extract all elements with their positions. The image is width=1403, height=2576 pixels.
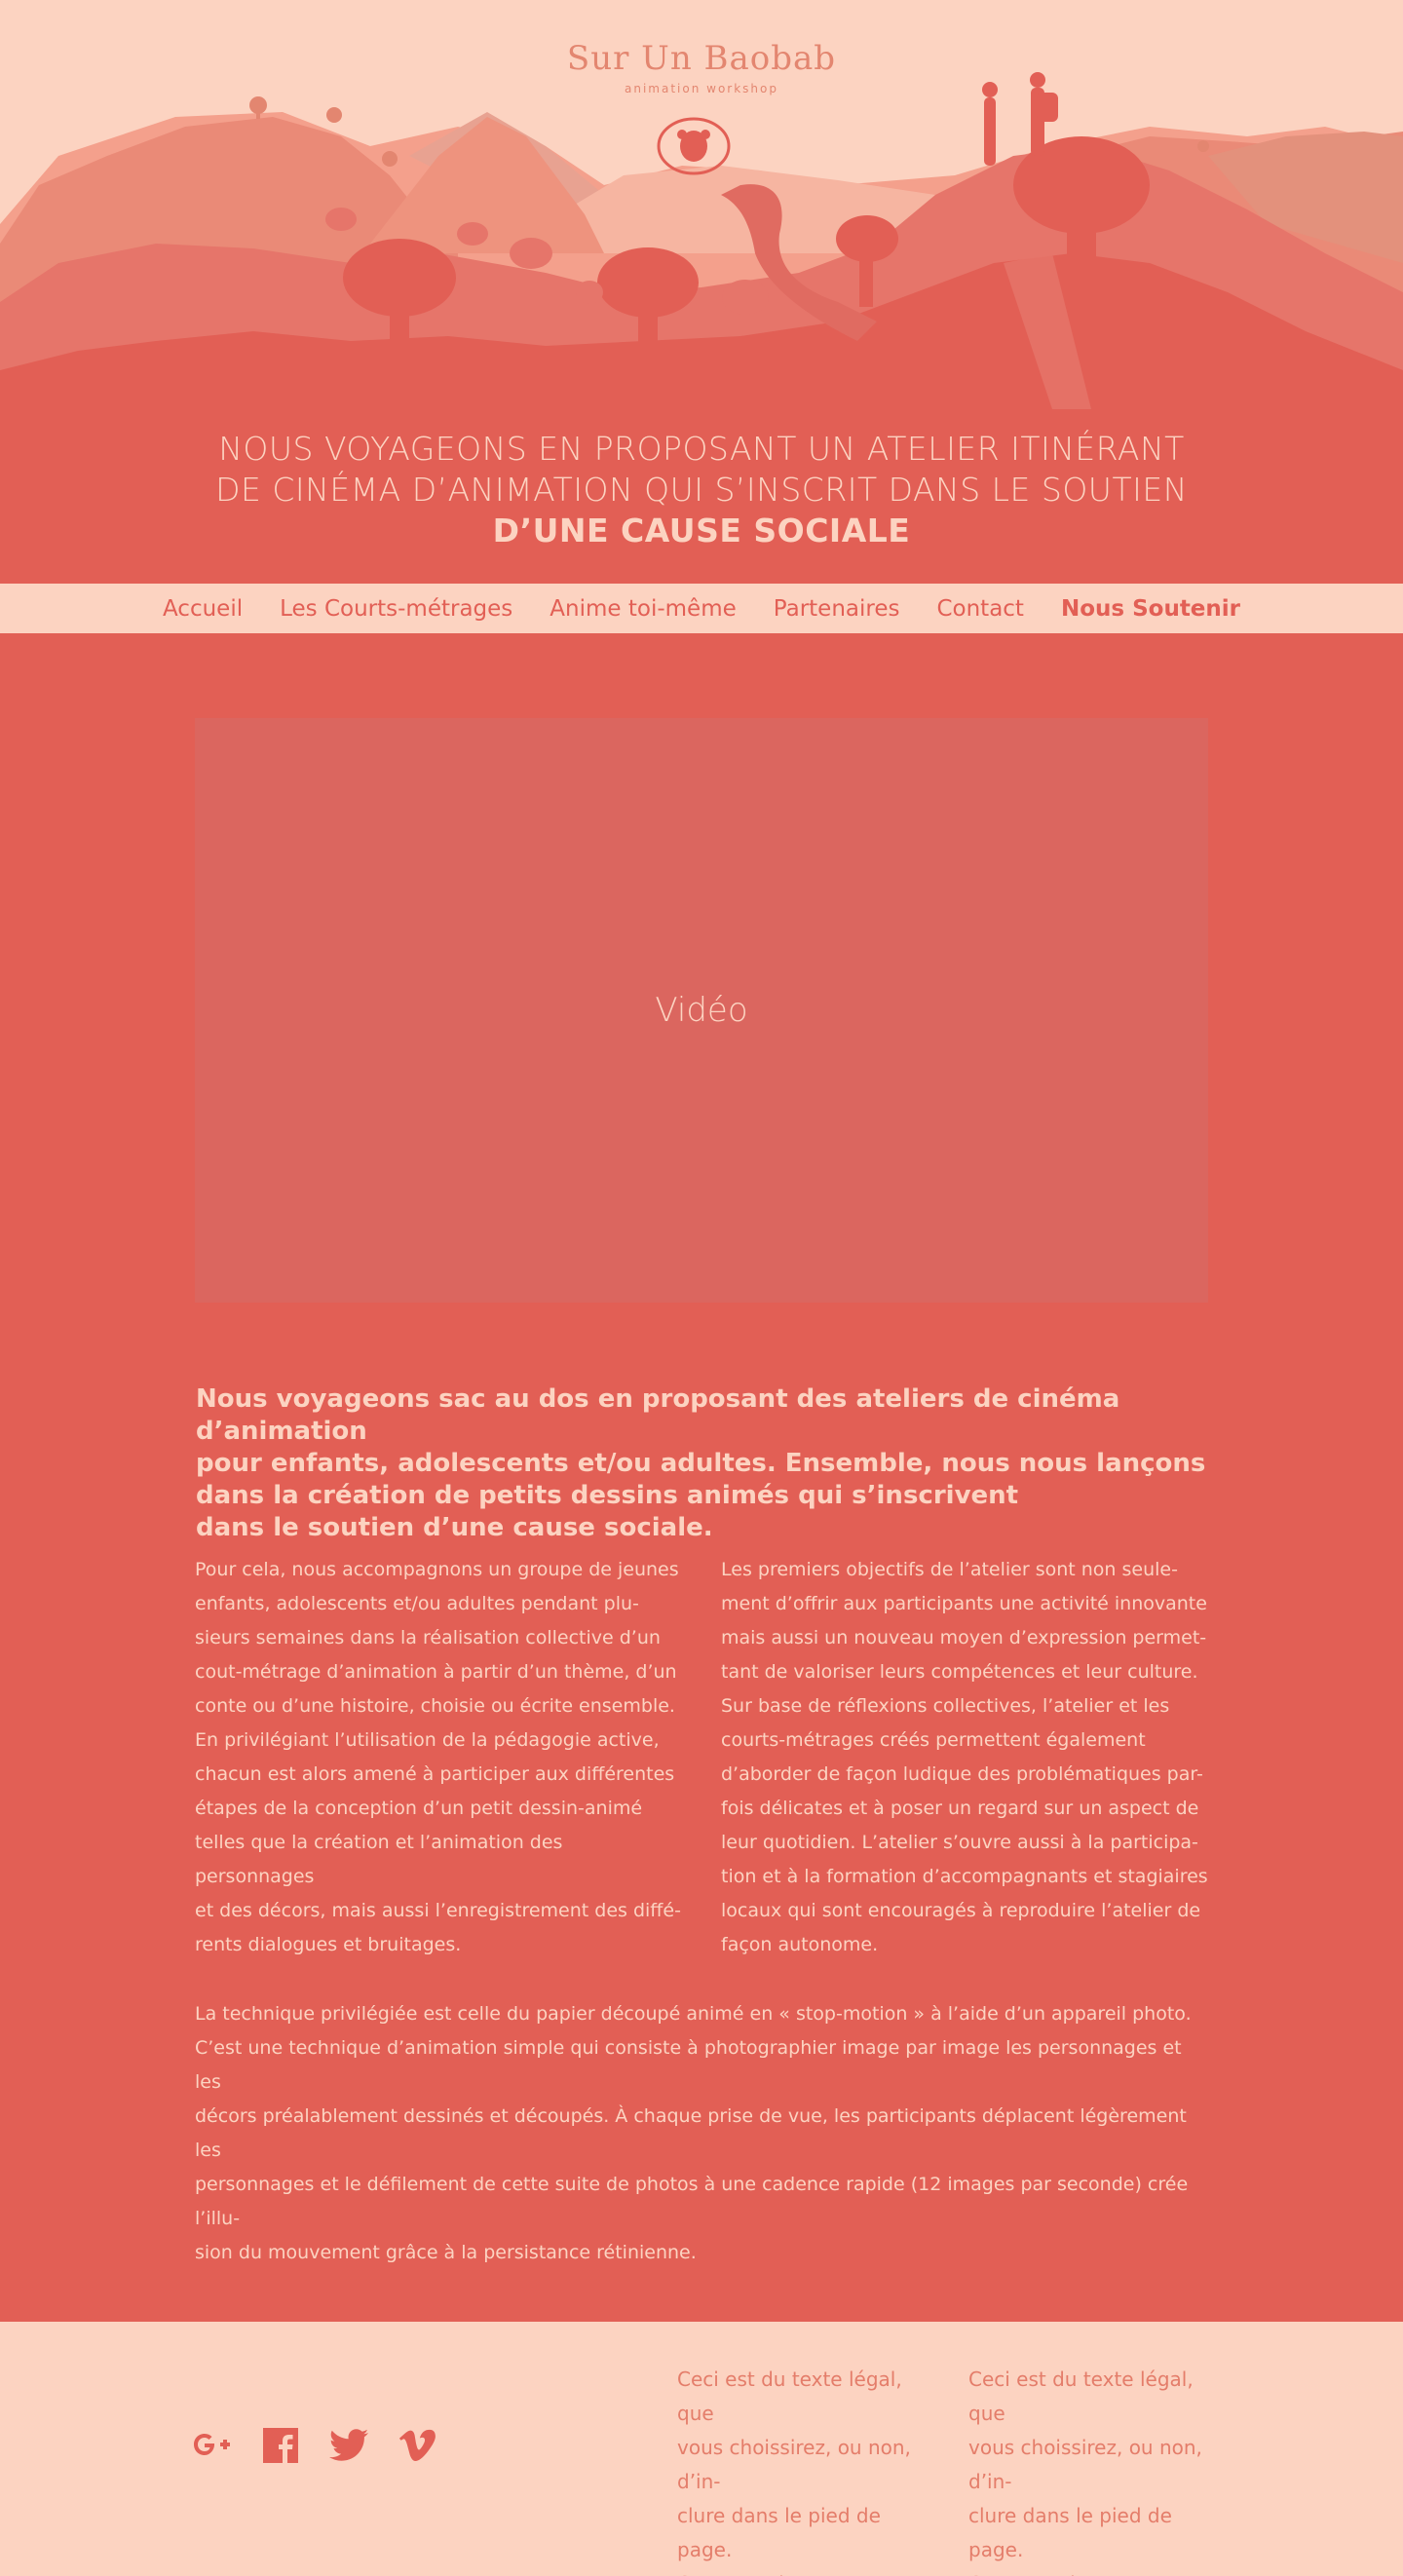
- twitter-icon[interactable]: [329, 2426, 368, 2465]
- nav-nous-soutenir[interactable]: Nous Soutenir: [1061, 596, 1240, 622]
- video-label: Vidéo: [655, 991, 748, 1030]
- video-player[interactable]: Vidéo: [195, 718, 1208, 1303]
- nav-accueil[interactable]: Accueil: [163, 596, 243, 622]
- description-columns: Pour cela, nous accompagnons un groupe d…: [195, 1553, 1208, 1962]
- hero-banner: Sur Un Baobab animation workshop NOUS VO…: [0, 0, 1403, 585]
- hero-headline: NOUS VOYAGEONS EN PROPOSANT UN ATELIER I…: [0, 429, 1403, 551]
- intro-text: Nous voyageons sac au dos en proposant d…: [196, 1384, 1206, 1542]
- headline-line-1: NOUS VOYAGEONS EN PROPOSANT UN ATELIER I…: [218, 430, 1185, 468]
- nav-contact[interactable]: Contact: [936, 596, 1023, 622]
- headline-line-2: DE CINÉMA D’ANIMATION QUI S’INSCRIT DANS…: [215, 471, 1188, 509]
- description-right: Les premiers objectifs de l’atelier sont…: [721, 1559, 1208, 1955]
- nav-courts-metrages[interactable]: Les Courts-métrages: [280, 596, 512, 622]
- main-navigation: Accueil Les Courts-métrages Anime toi-mê…: [0, 584, 1403, 633]
- brand-logo[interactable]: Sur Un Baobab animation workshop: [0, 39, 1403, 95]
- nav-anime-toi-meme[interactable]: Anime toi-même: [550, 596, 736, 622]
- vimeo-icon[interactable]: [398, 2426, 436, 2465]
- description-left: Pour cela, nous accompagnons un groupe d…: [195, 1559, 681, 1955]
- social-links: [193, 2426, 436, 2465]
- headline-line-3: D’UNE CAUSE SOCIALE: [492, 511, 911, 549]
- brand-subtitle: animation workshop: [625, 82, 778, 95]
- nav-partenaires[interactable]: Partenaires: [774, 596, 900, 622]
- facebook-icon[interactable]: [261, 2426, 300, 2465]
- technique-paragraph: La technique privilégiée est celle du pa…: [195, 2003, 1192, 2263]
- footer-legal-text-2: Ceci est du texte légal, que vous choiss…: [968, 2368, 1205, 2576]
- brand-name: Sur Un Baobab: [566, 39, 837, 78]
- google-plus-icon[interactable]: [193, 2426, 232, 2465]
- footer-legal-text-1: Ceci est du texte légal, que vous choiss…: [677, 2368, 914, 2576]
